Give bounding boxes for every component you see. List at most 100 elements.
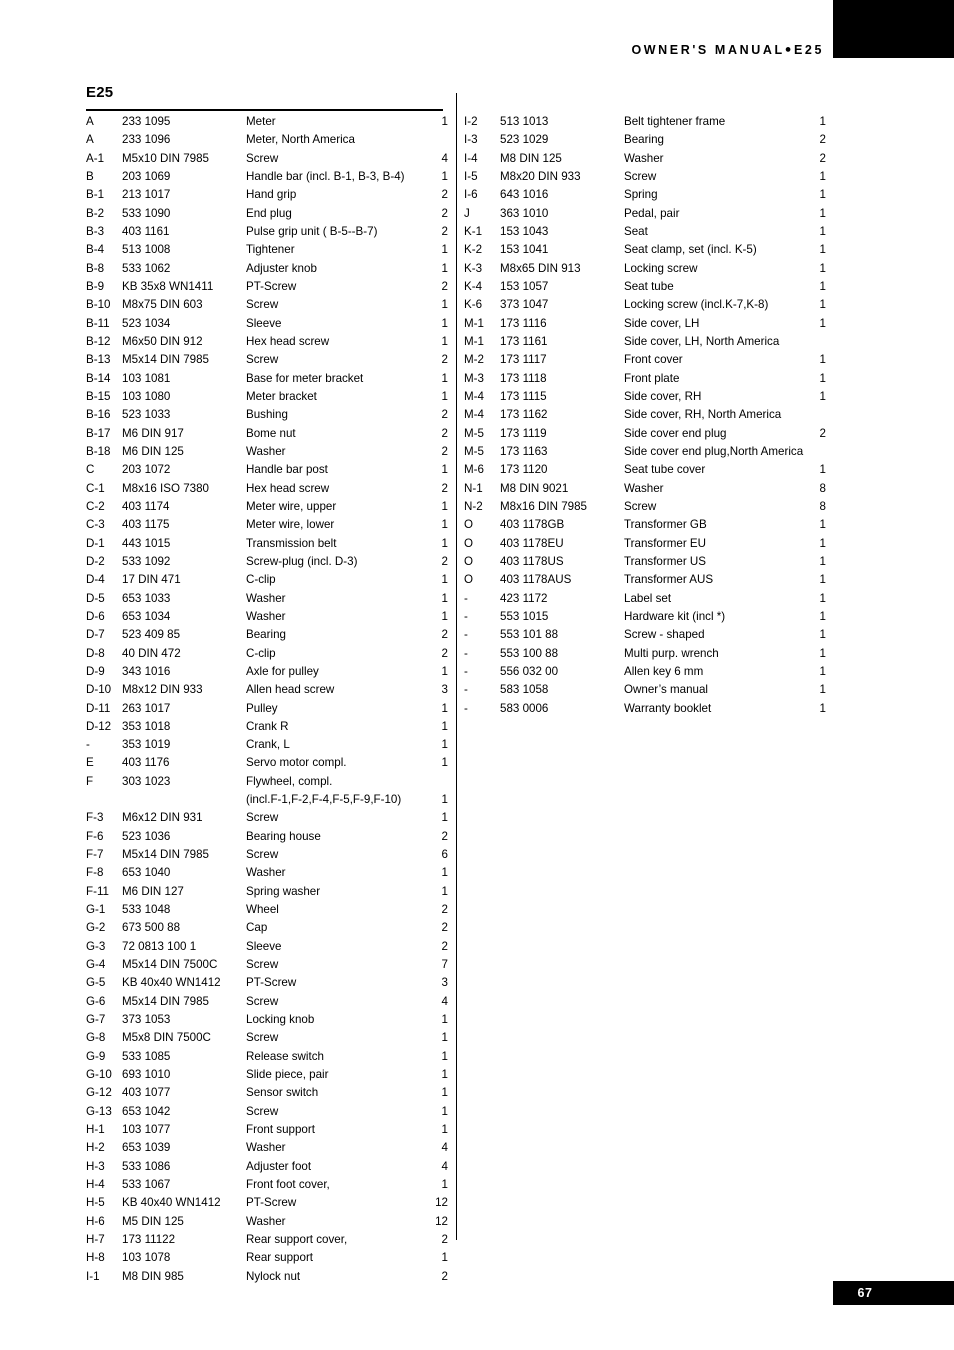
part-number: 40 DIN 472 — [122, 646, 181, 660]
part-quantity: 2 — [441, 353, 448, 367]
part-number: 153 1041 — [500, 243, 549, 257]
part-number: 173 1161 — [500, 334, 548, 348]
part-description: Screw — [246, 353, 279, 367]
table-row: I-5 M8x20 DIN 933 Screw 1 — [464, 168, 826, 186]
table-row: H-7 173 11122 Rear support cover, 2 — [86, 1231, 448, 1249]
table-row: M-4 173 1115 Side cover, RH 1 — [464, 388, 826, 406]
part-ref: D-6 — [86, 609, 105, 623]
part-number: 513 1008 — [122, 243, 171, 257]
parts-table-left: A 233 1095 Meter 1 A 233 1096 Meter, North Ame… — [86, 113, 448, 1286]
part-description: Crank, L — [246, 738, 290, 752]
part-number: 553 100 88 — [500, 646, 559, 660]
part-ref: E — [86, 756, 94, 770]
part-ref: D-7 — [86, 628, 105, 642]
part-number: 523 1036 — [122, 829, 171, 843]
part-quantity: 1 — [441, 463, 448, 477]
table-row: K-6 373 1047 Locking screw (incl.K-7,K-8) 1 — [464, 296, 826, 314]
part-description: Sensor switch — [246, 1086, 319, 1100]
part-description: Cap — [246, 921, 268, 935]
table-row: D-8 40 DIN 472 C-clip 2 — [86, 645, 448, 663]
part-number: 153 1043 — [500, 224, 549, 238]
part-number: 403 1178EU — [500, 536, 564, 550]
table-row: F-3 M6x12 DIN 931 Screw 1 — [86, 809, 448, 827]
part-number: M5x10 DIN 7985 — [122, 151, 209, 165]
part-description: Locking screw — [624, 261, 698, 275]
part-ref: A — [86, 133, 94, 147]
part-quantity: 8 — [819, 481, 826, 495]
part-number: M6 DIN 917 — [122, 426, 184, 440]
part-description: Owner’s manual — [624, 683, 708, 697]
part-quantity: 1 — [441, 1251, 448, 1265]
part-number: 643 1016 — [500, 188, 549, 202]
part-description: Washer — [246, 1214, 286, 1228]
part-quantity: 1 — [819, 573, 826, 587]
part-quantity: 1 — [441, 1178, 448, 1192]
part-description: Screw — [246, 298, 279, 312]
part-description: Front cover — [624, 353, 683, 367]
part-description: Front plate — [624, 371, 680, 385]
part-ref: D-4 — [86, 573, 105, 587]
part-ref: - — [86, 738, 90, 752]
part-ref: G-13 — [86, 1104, 112, 1118]
part-number: 523 1034 — [122, 316, 171, 330]
part-number: 523 1033 — [122, 408, 171, 422]
part-number: M8x65 DIN 913 — [500, 261, 581, 275]
part-ref: D-5 — [86, 591, 105, 605]
part-ref: F-11 — [86, 884, 109, 898]
part-ref: C — [86, 463, 95, 477]
part-description: Screw — [246, 1031, 279, 1045]
parts-list-content: E25 A 233 1095 Meter 1 A 233 1096 Meter, North… — [0, 0, 954, 1350]
part-ref: B-17 — [86, 426, 111, 440]
table-row: D-7 523 409 85 Bearing 2 — [86, 626, 448, 644]
table-row: B-18 M6 DIN 125 Washer 2 — [86, 443, 448, 461]
table-row: K-1 153 1043 Seat 1 — [464, 223, 826, 241]
column-divider — [456, 93, 458, 1240]
table-row: G-12 403 1077 Sensor switch 1 — [86, 1084, 448, 1102]
part-number: 533 1048 — [122, 903, 171, 917]
part-description: Pulley — [246, 701, 278, 715]
part-description: Side cover, RH — [624, 389, 702, 403]
part-quantity: 2 — [441, 646, 448, 660]
part-quantity: 2 — [441, 1269, 448, 1283]
part-number: 203 1069 — [122, 169, 171, 183]
table-row: M-6 173 1120 Seat tube cover 1 — [464, 461, 826, 479]
part-ref: H-8 — [86, 1251, 105, 1265]
part-number: 653 1034 — [122, 609, 171, 623]
table-row: E 403 1176 Servo motor compl. 1 — [86, 754, 448, 772]
part-description: Screw — [624, 499, 657, 513]
table-row: G-13 653 1042 Screw 1 — [86, 1103, 448, 1121]
part-quantity: 1 — [819, 609, 826, 623]
table-row: G-10 693 1010 Slide piece, pair 1 — [86, 1066, 448, 1084]
table-row: M-5 173 1163 Side cover end plug,North Ame… — [464, 443, 826, 461]
part-description: Hex head screw — [246, 334, 330, 348]
part-quantity: 1 — [819, 243, 826, 257]
part-description: Side cover end plug — [624, 426, 727, 440]
part-number: M8x75 DIN 603 — [122, 298, 203, 312]
table-row: G-8 M5x8 DIN 7500C Screw 1 — [86, 1029, 448, 1047]
part-ref: B-8 — [86, 261, 105, 275]
part-number: 533 1067 — [122, 1178, 171, 1192]
part-ref: I-1 — [86, 1269, 100, 1283]
part-description: Rear support cover, — [246, 1233, 348, 1247]
part-ref: M-1 — [464, 316, 484, 330]
table-row: - 556 032 00 Allen key 6 mm 1 — [464, 663, 826, 681]
part-number: 653 1042 — [122, 1104, 171, 1118]
part-quantity: 2 — [441, 224, 448, 238]
part-number: 173 1115 — [500, 389, 547, 403]
part-ref: K-4 — [464, 279, 483, 293]
part-number: M6 DIN 125 — [122, 444, 184, 458]
part-description: Side cover end plug,North America — [624, 444, 804, 458]
part-ref: O — [464, 518, 474, 532]
table-row: O 403 1178EU Transformer EU 1 — [464, 535, 826, 553]
table-row: G-4 M5x14 DIN 7500C Screw 7 — [86, 956, 448, 974]
part-quantity: 2 — [819, 151, 826, 165]
part-ref: M-5 — [464, 426, 484, 440]
part-quantity: 1 — [819, 463, 826, 477]
table-row: M-2 173 1117 Front cover 1 — [464, 351, 826, 369]
part-ref: F-8 — [86, 866, 104, 880]
part-quantity: 2 — [441, 829, 448, 843]
part-ref: D-10 — [86, 683, 112, 697]
part-ref: G-5 — [86, 976, 106, 990]
table-row: M-3 173 1118 Front plate 1 — [464, 370, 826, 388]
part-number: M5x8 DIN 7500C — [122, 1031, 211, 1045]
